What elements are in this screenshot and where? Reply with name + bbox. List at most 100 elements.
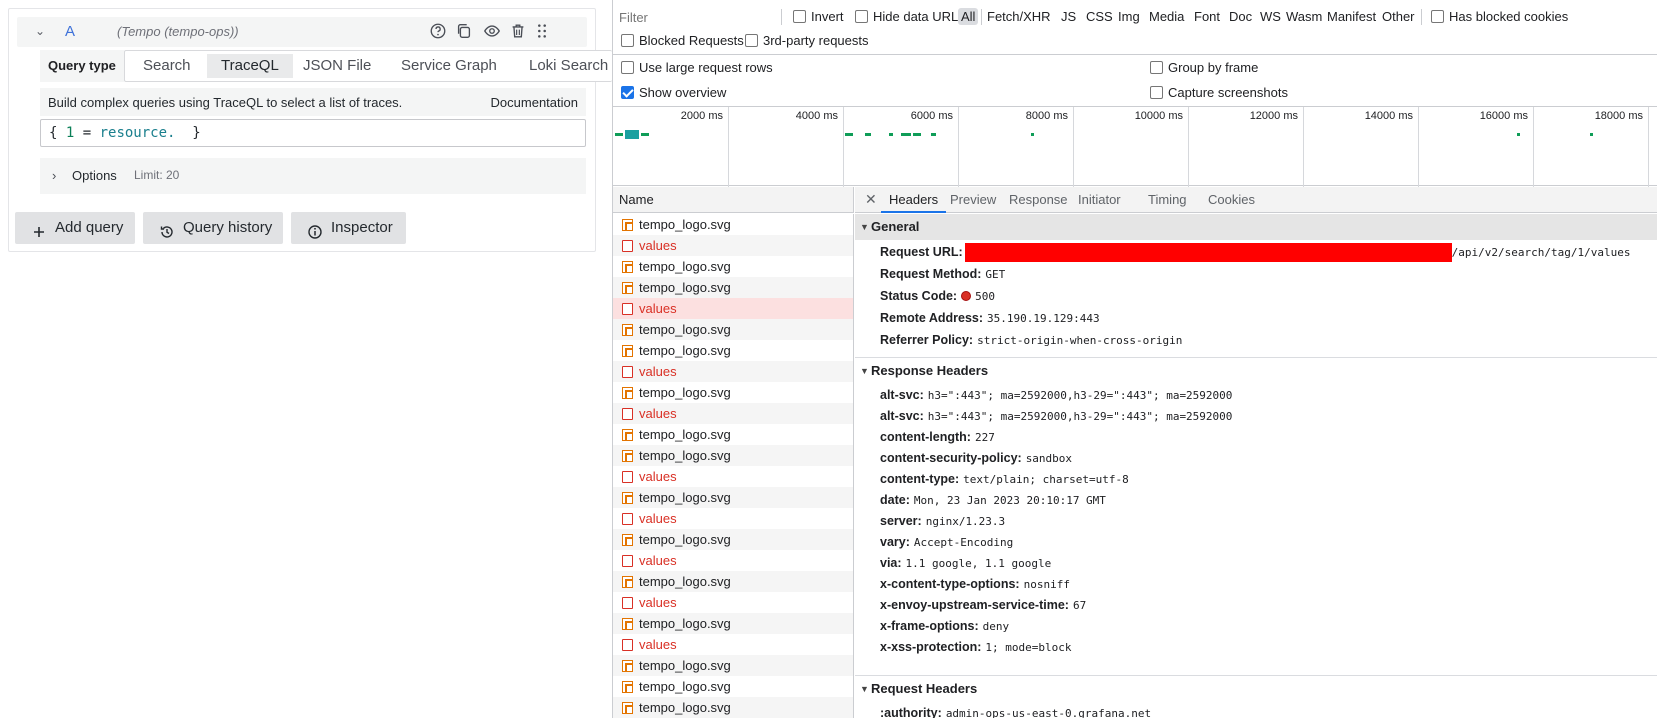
- type-filter-media[interactable]: Media: [1146, 8, 1187, 25]
- type-filter-img[interactable]: Img: [1115, 8, 1143, 25]
- request-row[interactable]: tempo_logo.svg: [613, 697, 853, 718]
- image-file-icon: [622, 492, 633, 504]
- header-value: h3=":443"; ma=2592000,h3-29=":443"; ma=2…: [927, 410, 1233, 423]
- tab-initiator[interactable]: Initiator: [1070, 187, 1129, 213]
- type-filter-font[interactable]: Font: [1191, 8, 1223, 25]
- type-filter-js[interactable]: JS: [1058, 8, 1079, 25]
- request-row[interactable]: tempo_logo.svg: [613, 487, 853, 508]
- request-row[interactable]: values: [613, 466, 853, 487]
- overview-gridline: [1533, 107, 1534, 187]
- options-limit: Limit: 20: [134, 168, 180, 182]
- request-row[interactable]: values: [613, 592, 853, 613]
- expand-triangle-icon: ▼: [860, 366, 869, 376]
- request-name: tempo_logo.svg: [639, 679, 731, 694]
- image-file-icon: [622, 324, 633, 336]
- document-error-icon: [622, 597, 633, 609]
- request-row[interactable]: values: [613, 550, 853, 571]
- request-url-row: Request URL: /api/v2/search/tag/1/values: [880, 241, 1630, 263]
- general-section-header[interactable]: ▼ General: [855, 214, 1657, 240]
- request-row[interactable]: tempo_logo.svg: [613, 340, 853, 361]
- request-row[interactable]: tempo_logo.svg: [613, 424, 853, 445]
- request-headers-section-header[interactable]: ▼ Request Headers: [855, 675, 1657, 701]
- query-type-json-file[interactable]: JSON File: [289, 54, 385, 78]
- request-name: tempo_logo.svg: [639, 259, 731, 274]
- tab-response[interactable]: Response: [1001, 187, 1076, 213]
- document-error-icon: [622, 555, 633, 567]
- group-by-frame-checkbox[interactable]: [1150, 61, 1163, 74]
- network-filter-input[interactable]: [619, 8, 779, 26]
- query-datasource-name: (Tempo (tempo-ops)): [117, 24, 239, 39]
- request-row[interactable]: tempo_logo.svg: [613, 529, 853, 550]
- query-type-traceql[interactable]: TraceQL: [207, 54, 293, 78]
- collapse-chevron-icon[interactable]: ⌄: [35, 24, 45, 38]
- show-overview-checkbox[interactable]: [621, 86, 634, 99]
- type-filter-other[interactable]: Other: [1379, 8, 1418, 25]
- name-column-header[interactable]: Name: [613, 187, 854, 213]
- invert-checkbox[interactable]: [793, 10, 806, 23]
- request-row[interactable]: values: [613, 403, 853, 424]
- type-filter-wasm[interactable]: Wasm: [1283, 8, 1325, 25]
- tab-timing[interactable]: Timing: [1140, 187, 1195, 213]
- large-request-rows-checkbox[interactable]: [621, 61, 634, 74]
- toggle-visibility-eye-icon[interactable]: [483, 22, 503, 42]
- response-headers-section-header[interactable]: ▼ Response Headers: [855, 357, 1657, 383]
- traceql-hint-text: Build complex queries using TraceQL to s…: [48, 95, 403, 110]
- request-row[interactable]: tempo_logo.svg: [613, 382, 853, 403]
- response-header-row: x-content-type-options: nosniff: [880, 573, 1070, 595]
- capture-screenshots-checkbox[interactable]: [1150, 86, 1163, 99]
- request-row[interactable]: values: [613, 235, 853, 256]
- overview-request-bar: [901, 133, 911, 136]
- documentation-link[interactable]: Documentation: [491, 95, 578, 110]
- delete-query-trash-icon[interactable]: [509, 22, 529, 42]
- type-filter-all[interactable]: All: [958, 8, 979, 25]
- drag-handle-icon[interactable]: [533, 22, 553, 42]
- image-file-icon: [622, 429, 633, 441]
- request-row[interactable]: tempo_logo.svg: [613, 613, 853, 634]
- close-icon[interactable]: ✕: [865, 191, 877, 208]
- type-filter-fetch-xhr[interactable]: Fetch/XHR: [984, 8, 1054, 25]
- type-filter-manifest[interactable]: Manifest: [1324, 8, 1379, 25]
- has-blocked-cookies-checkbox[interactable]: [1431, 10, 1444, 23]
- options-row[interactable]: › Options Limit: 20: [40, 158, 586, 194]
- traceql-query-editor[interactable]: { 1 = resource. }: [40, 119, 586, 147]
- overview-gridline: [1418, 107, 1419, 187]
- document-error-icon: [622, 366, 633, 378]
- add-query-label: Add query: [55, 219, 124, 236]
- type-filter-doc[interactable]: Doc: [1226, 8, 1255, 25]
- request-row[interactable]: tempo_logo.svg: [613, 214, 853, 235]
- hide-data-urls-checkbox[interactable]: [855, 10, 868, 23]
- blocked-requests-checkbox[interactable]: [621, 34, 634, 47]
- query-type-search[interactable]: Search: [129, 54, 205, 78]
- request-row[interactable]: tempo_logo.svg: [613, 319, 853, 340]
- third-party-requests-checkbox[interactable]: [745, 34, 758, 47]
- response-header-row: via: 1.1 google, 1.1 google: [880, 552, 1051, 574]
- request-row[interactable]: values: [613, 361, 853, 382]
- query-type-loki-search[interactable]: Loki Search: [515, 54, 612, 78]
- request-row[interactable]: tempo_logo.svg: [613, 676, 853, 697]
- tab-cookies[interactable]: Cookies: [1200, 187, 1263, 213]
- type-filter-css[interactable]: CSS: [1083, 8, 1116, 25]
- query-type-service-graph[interactable]: Service Graph: [387, 54, 511, 78]
- header-key: content-length:: [880, 430, 971, 444]
- inspector-button[interactable]: Inspector: [291, 212, 406, 244]
- request-row[interactable]: tempo_logo.svg: [613, 277, 853, 298]
- network-overview-timeline[interactable]: 2000 ms 4000 ms 6000 ms 8000 ms 10000 ms…: [613, 106, 1657, 187]
- request-row[interactable]: tempo_logo.svg: [613, 655, 853, 676]
- tab-preview[interactable]: Preview: [942, 187, 1004, 213]
- request-row[interactable]: values: [613, 634, 853, 655]
- header-value: 1.1 google, 1.1 google: [905, 557, 1052, 570]
- add-query-button[interactable]: Add query: [15, 212, 135, 244]
- query-history-button[interactable]: Query history: [143, 212, 283, 244]
- duplicate-query-icon[interactable]: [455, 22, 475, 42]
- request-row[interactable]: tempo_logo.svg: [613, 571, 853, 592]
- request-row[interactable]: tempo_logo.svg: [613, 256, 853, 277]
- type-filter-ws[interactable]: WS: [1257, 8, 1284, 25]
- tab-headers[interactable]: Headers: [881, 187, 947, 213]
- help-icon[interactable]: [429, 22, 449, 42]
- document-error-icon: [622, 408, 633, 420]
- header-key: alt-svc:: [880, 388, 924, 402]
- request-row[interactable]: tempo_logo.svg: [613, 445, 853, 466]
- request-row[interactable]: values: [613, 298, 853, 319]
- request-row[interactable]: values: [613, 508, 853, 529]
- query-ref-id[interactable]: A: [65, 23, 75, 40]
